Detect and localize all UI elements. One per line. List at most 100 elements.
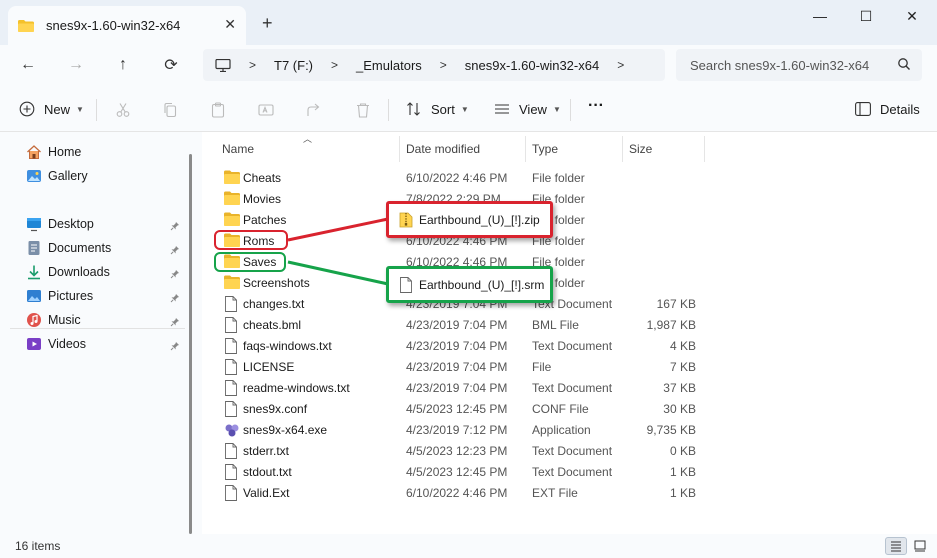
column-divider[interactable] <box>622 136 623 162</box>
navigation-bar: ← → ↑ ⟳ > T7 (F:) > _Emulators > snes9x-… <box>0 45 937 85</box>
details-pane-button[interactable]: Details <box>854 100 920 118</box>
new-label: New <box>44 101 71 117</box>
sidebar-item-home[interactable]: Home <box>26 144 81 160</box>
tab-close-icon[interactable]: ✕ <box>224 16 236 33</box>
downloads-icon <box>26 264 42 280</box>
table-row[interactable]: changes.txt 4/23/2019 7:04 PM Text Documen… <box>202 293 937 314</box>
new-tab-button[interactable]: + <box>262 13 273 34</box>
delete-icon[interactable] <box>355 102 371 118</box>
share-icon[interactable] <box>306 102 322 118</box>
file-name: Movies <box>243 192 282 206</box>
breadcrumb-separator[interactable]: > <box>617 58 624 72</box>
cut-icon[interactable] <box>115 102 131 118</box>
back-button[interactable]: ← <box>16 53 40 77</box>
column-header-size[interactable]: Size <box>629 142 652 156</box>
minimize-button[interactable]: — <box>797 6 843 26</box>
address-bar[interactable]: > T7 (F:) > _Emulators > snes9x-1.60-win… <box>203 49 665 81</box>
file-date: 4/23/2019 7:04 PM <box>406 318 508 332</box>
maximize-button[interactable]: ☐ <box>843 6 889 26</box>
sidebar-item-pictures[interactable]: Pictures <box>26 288 93 304</box>
sidebar-item-videos[interactable]: Videos <box>26 336 86 352</box>
column-divider[interactable] <box>704 136 705 162</box>
column-divider[interactable] <box>399 136 400 162</box>
file-date: 6/10/2022 4:46 PM <box>406 486 508 500</box>
file-date: 4/23/2019 7:12 PM <box>406 423 508 437</box>
view-button[interactable]: View ▼ <box>493 100 561 118</box>
column-header-date[interactable]: Date modified <box>406 142 480 156</box>
view-label: View <box>519 101 547 117</box>
column-divider[interactable] <box>525 136 526 162</box>
forward-button[interactable]: → <box>64 53 88 77</box>
sidebar-item-music[interactable]: Music <box>26 312 81 328</box>
table-row[interactable]: snes9x-x64.exe 4/23/2019 7:12 PM Applicati… <box>202 419 937 440</box>
sidebar-divider <box>10 328 185 329</box>
column-header-name[interactable]: Name <box>222 142 254 156</box>
sidebar-item-desktop[interactable]: Desktop <box>26 216 94 232</box>
roms-highlight-ring <box>214 230 288 250</box>
file-icon <box>224 317 240 333</box>
pin-icon <box>170 244 180 255</box>
close-button[interactable]: ✕ <box>889 6 935 26</box>
table-row[interactable]: faqs-windows.txt 4/23/2019 7:04 PM Text Do… <box>202 335 937 356</box>
file-name: changes.txt <box>243 297 305 311</box>
sidebar-item-gallery[interactable]: Gallery <box>26 168 88 184</box>
table-row[interactable]: LICENSE 4/23/2019 7:04 PM File 7 KB <box>202 356 937 377</box>
pin-icon <box>170 220 180 231</box>
view-icon <box>493 100 511 118</box>
zip-folder-icon <box>399 212 413 227</box>
file-date: 4/5/2023 12:23 PM <box>406 444 508 458</box>
roms-callout-text: Earthbound_(U)_[!].zip <box>419 212 540 227</box>
sidebar-item-label: Videos <box>48 337 86 351</box>
details-pane-icon <box>854 100 872 118</box>
table-row[interactable]: Patches6/10/2022 4:46 PMFile folder <box>202 209 937 230</box>
file-date: 4/5/2023 12:45 PM <box>406 402 508 416</box>
rename-icon[interactable] <box>258 102 274 118</box>
details-view-button[interactable] <box>885 537 907 555</box>
pin-icon <box>170 340 180 351</box>
saves-callout: Earthbound_(U)_[!].srm <box>386 266 553 303</box>
file-date: 4/23/2019 7:04 PM <box>406 339 508 353</box>
toolbar-divider <box>570 99 571 121</box>
tab-active[interactable]: snes9x-1.60-win32-x64 ✕ <box>8 6 246 45</box>
tiles-view-button[interactable] <box>909 537 931 555</box>
documents-icon <box>26 240 42 256</box>
file-date: 6/10/2022 4:46 PM <box>406 171 508 185</box>
file-size: 0 KB <box>669 444 696 458</box>
breadcrumb-separator: > <box>249 58 257 72</box>
music-icon <box>26 312 42 328</box>
table-row[interactable]: stderr.txt 4/5/2023 12:23 PM Text Document… <box>202 440 937 461</box>
table-row[interactable]: Movies 7/8/2022 2:29 PM File folder <box>202 188 937 209</box>
breadcrumb-emulators[interactable]: _Emulators <box>356 58 422 73</box>
up-button[interactable]: ↑ <box>111 53 135 77</box>
table-row[interactable]: Cheats 6/10/2022 4:46 PM File folder <box>202 167 937 188</box>
file-icon <box>224 401 240 417</box>
table-row[interactable]: snes9x.conf 4/5/2023 12:45 PM CONF File 30 … <box>202 398 937 419</box>
file-name: LICENSE <box>243 360 295 374</box>
paste-icon[interactable] <box>210 102 226 118</box>
table-row[interactable]: Valid.Ext 6/10/2022 4:46 PM EXT File 1 KB <box>202 482 937 503</box>
sidebar-item-downloads[interactable]: Downloads <box>26 264 110 280</box>
more-options-button[interactable]: ··· <box>588 97 604 115</box>
refresh-button[interactable]: ⟳ <box>159 53 183 77</box>
desktop-icon <box>26 216 42 232</box>
column-header-type[interactable]: Type <box>532 142 558 156</box>
file-name: stderr.txt <box>243 444 290 458</box>
sort-button[interactable]: Sort ▼ <box>405 100 469 118</box>
table-row[interactable]: Screenshots6/10/2022 4:46 PMFile folder <box>202 272 937 293</box>
file-name: readme-windows.txt <box>243 381 350 395</box>
file-name: stdout.txt <box>243 465 292 479</box>
table-row[interactable]: Roms 6/10/2022 4:46 PM File folder <box>202 230 937 251</box>
copy-icon[interactable] <box>162 102 178 118</box>
sidebar-scrollbar[interactable] <box>189 154 192 534</box>
new-button[interactable]: New ▼ <box>18 100 84 118</box>
file-size: 1 KB <box>669 486 696 500</box>
breadcrumb-drive[interactable]: T7 (F:) <box>274 58 313 73</box>
pin-icon <box>170 316 180 327</box>
table-row[interactable]: Saves 6/10/2022 4:46 PM File folder <box>202 251 937 272</box>
search-input[interactable] <box>676 49 922 81</box>
table-row[interactable]: stdout.txt 4/5/2023 12:45 PM Text Document… <box>202 461 937 482</box>
sidebar-item-documents[interactable]: Documents <box>26 240 111 256</box>
table-row[interactable]: cheats.bml 4/23/2019 7:04 PM BML File 1,987… <box>202 314 937 335</box>
table-row[interactable]: readme-windows.txt 4/23/2019 7:04 PM Text … <box>202 377 937 398</box>
breadcrumb-current[interactable]: snes9x-1.60-win32-x64 <box>465 58 599 73</box>
